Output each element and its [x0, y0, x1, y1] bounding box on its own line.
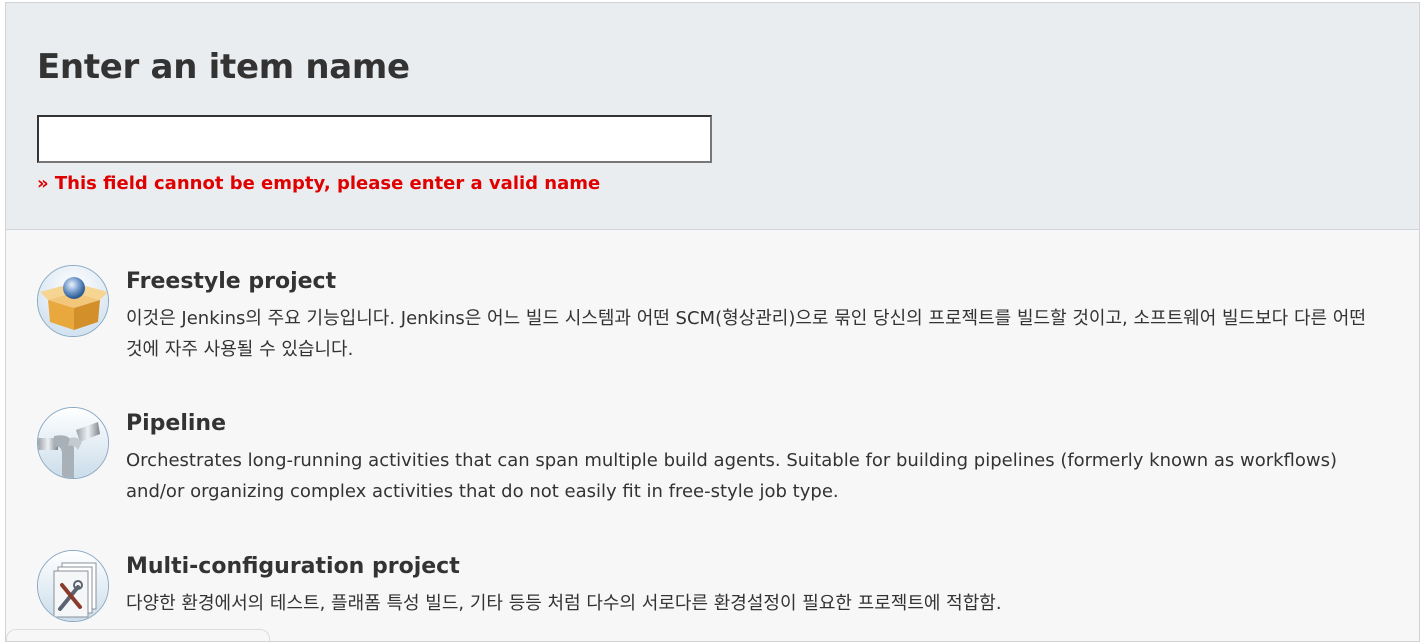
- item-title: Freestyle project: [126, 269, 337, 294]
- item-description: 다양한 환경에서의 테스트, 플래폼 특성 빌드, 기타 등등 처럼 다수의 서…: [126, 593, 1002, 614]
- bottom-panel-tab: [6, 629, 270, 641]
- new-item-panel: Enter an item name » This field cannot b…: [5, 2, 1420, 642]
- multi-configuration-icon: [37, 550, 109, 622]
- item-name-header: Enter an item name » This field cannot b…: [6, 3, 1419, 230]
- freestyle-project-icon: [37, 265, 109, 337]
- page-title: Enter an item name: [37, 47, 410, 87]
- pipeline-icon: [37, 407, 109, 479]
- item-name-input[interactable]: [37, 115, 712, 163]
- item-description: Orchestrates long-running activities tha…: [126, 450, 1338, 502]
- item-title: Pipeline: [126, 411, 226, 436]
- item-description: 이것은 Jenkins의 주요 기능입니다. Jenkins은 어느 빌드 시스…: [126, 308, 1366, 360]
- validation-error: » This field cannot be empty, please ent…: [37, 173, 601, 194]
- item-title: Multi-configuration project: [126, 554, 460, 579]
